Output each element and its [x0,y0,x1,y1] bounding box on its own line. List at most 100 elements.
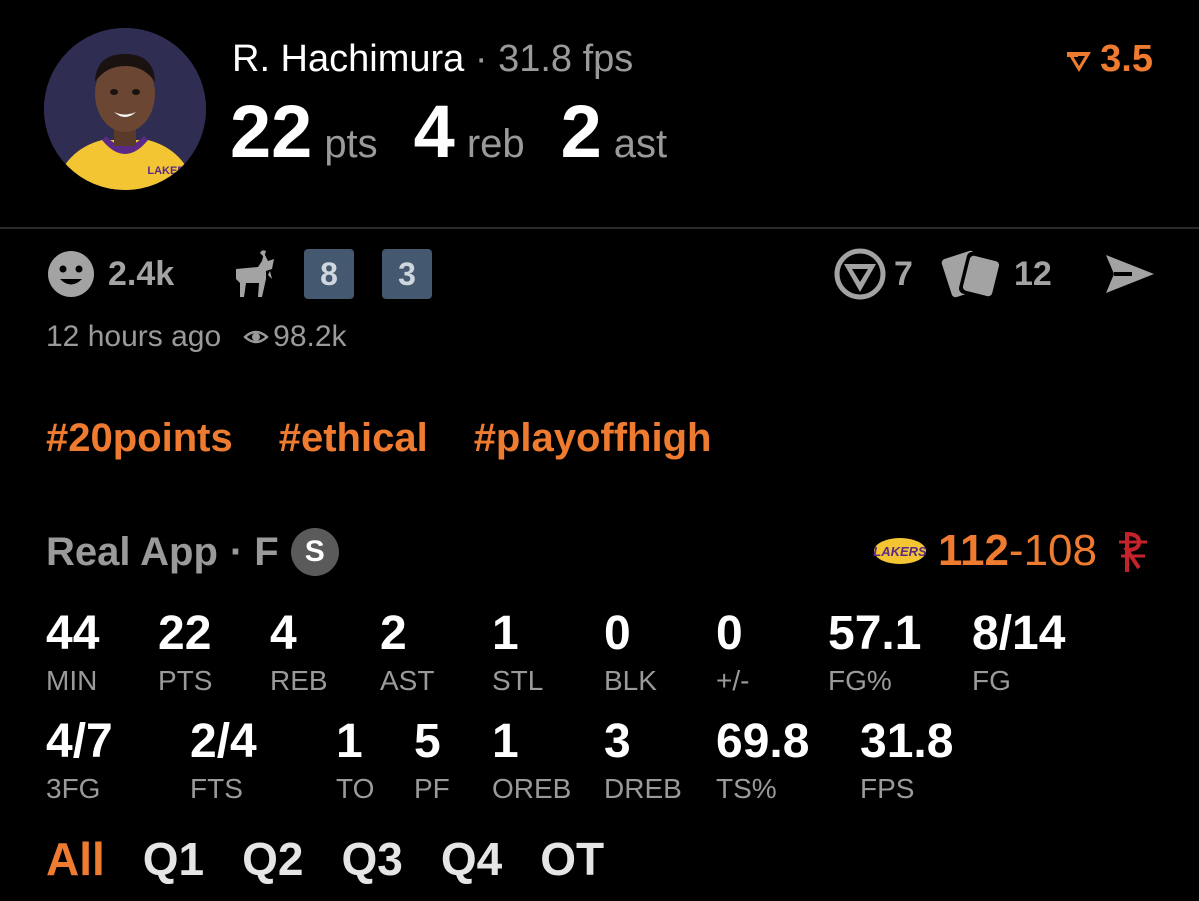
stat-reb-label: REB [270,665,328,696]
tab-q4[interactable]: Q4 [441,832,502,886]
cards-count: 12 [1014,254,1052,293]
assists-value: 2 [560,90,602,173]
stat-blk-label: BLK [604,665,657,696]
stat-fg-value: 8/14 [972,607,1066,660]
tab-all[interactable]: All [46,832,105,886]
points-unit: pts [324,122,378,166]
stat-pf: 5 PF [414,716,450,806]
stat-plus-minus-value: 0 [716,607,743,660]
home-logo-text: LAKERS [873,544,927,559]
tab-ot[interactable]: OT [540,832,604,886]
badge-3: 3 [382,249,432,299]
stat-stl-value: 1 [492,607,519,660]
stat-stl-label: STL [492,665,544,696]
stat-fts: 2/4 FTS [190,716,257,806]
game-status: · F [229,529,279,574]
stat-fg-label: FG [972,665,1011,696]
stat-oreb: 1 OREB [492,716,571,806]
stat-ts-pct-value: 69.8 [716,715,810,768]
tab-q3[interactable]: Q3 [342,832,403,886]
jersey-text: LAKERS [147,165,192,177]
stat-min: 44 MIN [46,608,99,698]
share-button[interactable] [1102,248,1158,300]
stat-fps-label: FPS [860,773,915,804]
goat-icon [236,250,274,297]
home-score: 112 [937,526,1009,575]
goat-reaction[interactable] [226,248,278,300]
stat-ast-value: 2 [380,607,407,660]
post-meta: 12 hours ago 98.2k [46,320,347,354]
stat-to: 1 TO [336,716,374,806]
away-score: 108 [1023,526,1097,575]
cards-button[interactable]: 12 [940,248,1052,300]
stat-ast: 2 AST [380,608,434,698]
header-separator: · [474,38,488,80]
game-source-line: Real App · F S [46,528,339,576]
reactions-bar: 2.4k 8 3 7 12 [46,248,1159,300]
prop-line-value: 3.5 [1100,38,1153,80]
lakers-logo-icon: LAKERS [873,538,927,564]
rebounds-unit: reb [466,122,525,166]
prop-line[interactable]: 3.5 [1064,38,1153,81]
player-avatar[interactable]: LAKERS [44,28,206,190]
stat-fg: 8/14 FG [972,608,1065,698]
stat-min-label: MIN [46,665,98,696]
headline-stats: 22 pts 4 reb 2 ast [230,92,703,172]
header-divider [0,227,1199,229]
game-score[interactable]: LAKERS 112 - 108 [872,526,1151,576]
prediction-count: 7 [894,254,913,293]
player-photo: LAKERS [44,28,206,190]
stat-pts-value: 22 [158,607,212,660]
score-dash: - [1008,526,1024,575]
eye-icon [243,330,269,344]
stat-ast-label: AST [380,665,435,696]
hashtag-ethical[interactable]: #ethical [279,416,428,461]
cards-icon [941,250,1003,300]
stat-badge-1[interactable]: 8 [304,248,354,300]
tab-q2[interactable]: Q2 [242,832,303,886]
hashtag-list: #20points #ethical #playoffhigh [46,416,711,461]
prediction-icon [834,248,886,300]
stat-fg-pct: 57.1 FG% [828,608,921,698]
stat-fg-pct-value: 57.1 [828,607,922,660]
stat-pf-label: PF [414,773,450,804]
stat-3fg-label: 3FG [46,773,101,804]
stat-plus-minus-label: +/- [716,665,750,696]
stat-reb-value: 4 [270,607,297,660]
stat-fts-value: 2/4 [190,715,257,768]
predictions-button[interactable]: 7 [834,248,913,300]
stat-plus-minus: 0 +/- [716,608,749,698]
stat-fts-label: FTS [190,773,243,804]
rebounds-value: 4 [413,90,455,173]
stat-badge-2[interactable]: 3 [382,248,432,300]
stat-to-label: TO [336,773,375,804]
tab-q1[interactable]: Q1 [143,832,204,886]
rockets-logo-icon [1119,532,1147,572]
stat-dreb: 3 DREB [604,716,682,806]
hashtag-playoffhigh[interactable]: #playoffhigh [474,416,712,461]
smile-reaction[interactable]: 2.4k [46,248,174,300]
s-badge[interactable]: S [290,528,339,576]
period-tabs: All Q1 Q2 Q3 Q4 OT [46,832,604,886]
hashtag-20points[interactable]: #20points [46,416,233,461]
stat-stl: 1 STL [492,608,543,698]
stat-ts-pct: 69.8 TS% [716,716,809,806]
stat-oreb-value: 1 [492,715,519,768]
stat-dreb-value: 3 [604,715,631,768]
share-icon [1106,255,1154,293]
player-name[interactable]: R. Hachimura [232,38,464,80]
stat-3fg: 4/7 3FG [46,716,113,806]
stat-blk: 0 BLK [604,608,657,698]
stat-3fg-value: 4/7 [46,715,113,768]
smile-count: 2.4k [108,254,175,293]
smile-icon [48,251,94,297]
badge-8: 8 [304,249,354,299]
points-value: 22 [230,90,313,173]
stat-fps-value: 31.8 [860,715,954,768]
stat-dreb-label: DREB [604,773,682,804]
assists-unit: ast [613,122,668,166]
stat-fg-pct-label: FG% [828,665,892,696]
player-header: R. Hachimura · 31.8 fps [232,36,633,82]
game-source[interactable]: Real App [46,530,218,575]
stat-ts-pct-label: TS% [716,773,777,804]
